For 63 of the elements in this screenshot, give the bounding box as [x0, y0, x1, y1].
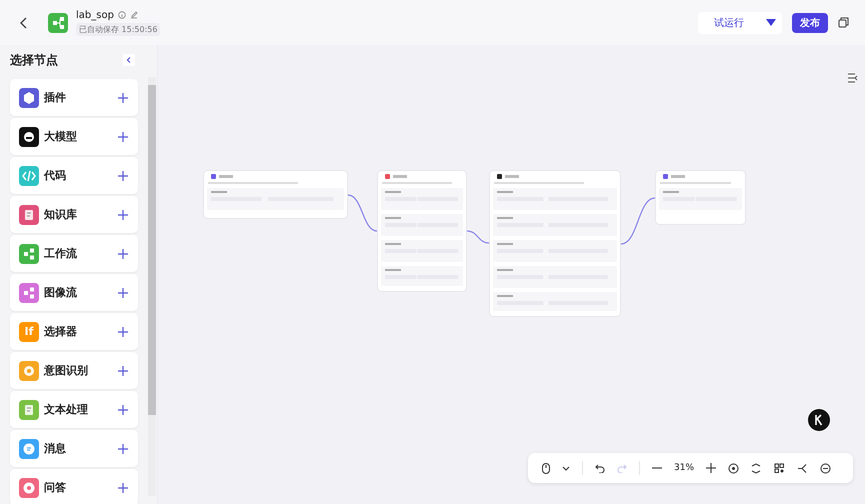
node-type-item[interactable]: 工作流: [10, 235, 138, 272]
workflow-node-drawing[interactable]: [489, 170, 621, 317]
workflow-node-drawing[interactable]: [655, 170, 746, 225]
item-label: 工作流: [44, 246, 78, 261]
grid-icon[interactable]: [774, 462, 786, 474]
add-icon[interactable]: [118, 248, 128, 258]
if-icon: If: [19, 322, 39, 342]
publish-button[interactable]: 发布: [792, 12, 828, 32]
info-icon[interactable]: [118, 11, 126, 19]
item-label: 知识库: [44, 207, 78, 222]
item-label: 消息: [44, 441, 67, 456]
item-label: 插件: [44, 90, 67, 105]
fit-view-icon[interactable]: [728, 462, 740, 474]
node-type-item[interactable]: 意图识别: [10, 352, 138, 389]
help-icon[interactable]: [808, 409, 830, 431]
connector-line: [467, 229, 489, 245]
scrollbar[interactable]: [148, 77, 156, 496]
workflow-icon: [48, 12, 68, 32]
copy-icon[interactable]: [838, 17, 849, 28]
item-label: 大模型: [44, 129, 78, 144]
connector-line: [348, 193, 377, 233]
node-type-item[interactable]: 大模型: [10, 118, 138, 155]
connector-line: [621, 196, 655, 246]
node-type-item[interactable]: 消息: [10, 430, 138, 467]
node-type-item[interactable]: 图像流: [10, 274, 138, 311]
caret-icon: [766, 19, 776, 26]
node-type-item[interactable]: 知识库: [10, 196, 138, 233]
add-icon[interactable]: [118, 92, 128, 102]
node-type-item[interactable]: 文本处理: [10, 391, 138, 428]
zoom-in-icon[interactable]: [706, 463, 716, 473]
connector-icon[interactable]: [797, 462, 808, 474]
node-type-item[interactable]: 插件: [10, 79, 138, 116]
zoom-level: 31%: [674, 463, 694, 473]
add-icon[interactable]: [118, 132, 128, 142]
add-icon[interactable]: [118, 404, 128, 414]
add-icon[interactable]: [118, 366, 128, 376]
panel-title: 选择节点: [10, 52, 58, 68]
collapse-icon[interactable]: [123, 54, 135, 66]
add-icon[interactable]: [118, 482, 128, 492]
undo-icon[interactable]: [595, 464, 605, 472]
node-type-item[interactable]: If 选择器: [10, 313, 138, 350]
app-title: lab_sop: [76, 10, 114, 20]
item-label: 意图识别: [44, 363, 89, 378]
add-icon[interactable]: [118, 326, 128, 336]
node-type-item[interactable]: 问答: [10, 469, 138, 504]
item-label: 代码: [44, 168, 67, 183]
edit-icon[interactable]: [130, 11, 138, 19]
add-icon[interactable]: [118, 444, 128, 454]
workflow-node-drawing[interactable]: [203, 170, 348, 219]
node-type-item[interactable]: 代码: [10, 157, 138, 194]
run-button[interactable]: 试运行: [698, 12, 782, 34]
panel-toggle-icon[interactable]: [847, 73, 859, 83]
item-label: 问答: [44, 480, 67, 495]
add-icon[interactable]: [118, 210, 128, 220]
autosave-status: 已自动保存 15:50:56: [76, 22, 160, 36]
item-label: 文本处理: [44, 402, 89, 417]
add-icon[interactable]: [118, 288, 128, 298]
mouse-icon[interactable]: [542, 462, 550, 474]
workflow-node-drawing[interactable]: [377, 170, 467, 292]
item-label: 图像流: [44, 285, 78, 300]
add-icon[interactable]: [118, 170, 128, 180]
chevron-icon[interactable]: [562, 466, 570, 470]
item-label: 选择器: [44, 324, 78, 339]
